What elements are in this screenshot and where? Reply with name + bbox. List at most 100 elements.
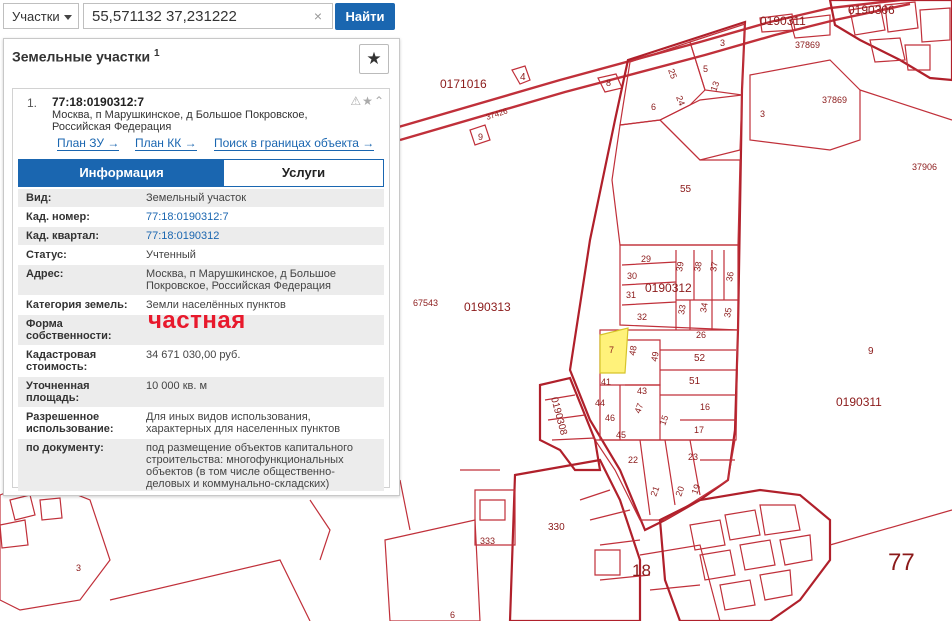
map-label: 37906 <box>912 162 937 172</box>
info-label: Кад. номер: <box>26 211 90 223</box>
result-address: Москва, п Марушкинское, д Большое Покров… <box>52 109 308 133</box>
tab-information[interactable]: Информация <box>19 160 224 186</box>
map-label: 9 <box>868 346 874 357</box>
map-label: 47 <box>632 402 645 415</box>
map-label: 0190308 <box>548 396 569 437</box>
clear-icon[interactable]: × <box>309 7 327 25</box>
info-row: Кадастровая стоимость: 34 671 030,00 руб… <box>18 346 384 377</box>
map-label: 0190311 <box>760 14 806 28</box>
map-label: 52 <box>694 353 706 364</box>
info-label: Кадастровая стоимость: <box>26 349 97 373</box>
info-value: Земельный участок <box>146 192 247 204</box>
map-label: 67543 <box>413 298 438 308</box>
info-label: Вид: <box>26 192 52 204</box>
info-value: Учтенный <box>146 249 196 261</box>
search-type-label: Участки <box>12 9 60 24</box>
map-label: 3 <box>76 563 81 573</box>
map-label: 23 <box>688 452 698 462</box>
map-label: 55 <box>680 184 692 195</box>
map-label: 38 <box>692 261 704 273</box>
info-label: Статус: <box>26 249 67 261</box>
map-label: 0171016 <box>440 77 487 91</box>
info-row: Кад. квартал: 77:18:0190312 <box>18 227 384 246</box>
map-label: 77 <box>888 549 915 576</box>
search-in-bounds-link[interactable]: Поиск в границах объекта → <box>214 137 375 151</box>
info-value: 34 671 030,00 руб. <box>146 349 241 361</box>
map-label: 37 <box>708 261 720 273</box>
info-value-link[interactable]: 77:18:0190312:7 <box>146 211 372 223</box>
map-label: 37426 <box>485 106 509 122</box>
map-label: 51 <box>689 376 701 387</box>
map-label: 16 <box>700 402 710 412</box>
map-label: 35 <box>722 307 734 319</box>
map-label: 45 <box>616 430 626 440</box>
info-label: Адрес: <box>26 268 64 280</box>
info-label: Категория земель: <box>26 299 128 311</box>
map-label: 32 <box>637 312 647 322</box>
result-cad-number[interactable]: 77:18:0190312:7 <box>52 95 144 109</box>
map-label: 333 <box>480 536 495 546</box>
map-label: 20 <box>673 485 686 498</box>
map-label: 330 <box>548 522 565 533</box>
map-label: 25 <box>666 67 679 80</box>
info-value-link[interactable]: 77:18:0190312 <box>146 230 372 242</box>
info-label: Форма собственности: <box>26 318 112 342</box>
map-label: 48 <box>627 345 639 357</box>
map-label: 46 <box>605 413 615 423</box>
map-label: 44 <box>595 398 605 408</box>
map-label: 5 <box>703 64 708 74</box>
warning-icon[interactable]: ⚠ <box>350 94 362 108</box>
map-label: 33 <box>676 304 688 316</box>
info-row: по документу: под размещение объектов ка… <box>18 439 384 492</box>
map-label: 37869 <box>795 40 820 50</box>
info-value: под размещение объектов капитального стр… <box>146 442 354 490</box>
info-label: по документу: <box>26 442 104 454</box>
map-label: 6 <box>450 610 455 620</box>
map-label: 31 <box>626 290 636 300</box>
info-row: Уточненная площадь: 10 000 кв. м <box>18 377 384 408</box>
map-label: 36 <box>724 271 736 283</box>
info-row: Разрешенное использование: Для иных видо… <box>18 408 384 439</box>
map-label: 0190313 <box>464 300 511 314</box>
panel-title-count: 1 <box>153 48 160 59</box>
info-label: Разрешенное использование: <box>26 411 114 435</box>
info-label: Кад. квартал: <box>26 230 100 242</box>
map-label: 13 <box>708 80 721 93</box>
map-label: 15 <box>657 414 670 427</box>
map-label: 43 <box>637 386 647 396</box>
chevron-down-icon <box>64 15 72 20</box>
map-label: 26 <box>696 330 706 340</box>
map-label: 8 <box>606 78 611 88</box>
info-row: Вид: Земельный участок <box>18 189 384 208</box>
info-row: Адрес: Москва, п Марушкинское, д Большое… <box>18 265 384 296</box>
map-label: 7 <box>609 345 614 355</box>
info-value: Для иных видов использования, характерны… <box>146 411 341 435</box>
panel-title: Земельные участки 1 <box>12 48 160 65</box>
info-value: 10 000 кв. м <box>146 380 208 392</box>
map-label: 37869 <box>822 95 847 105</box>
plan-kk-link[interactable]: План КК → <box>135 137 197 151</box>
tab-services[interactable]: Услуги <box>224 160 383 186</box>
card-actions: ⚠★⌃ <box>350 94 385 108</box>
search-button[interactable]: Найти <box>335 3 395 30</box>
result-card: 1. 77:18:0190312:7 Москва, п Марушкинско… <box>12 88 390 492</box>
map-label: 0190306 <box>848 3 895 17</box>
map-label: 22 <box>628 455 638 465</box>
map-label: 9 <box>478 132 483 142</box>
favorite-button[interactable]: ★ <box>359 44 389 74</box>
info-table: Вид: Земельный участок Кад. номер: 77:18… <box>18 189 384 492</box>
map-label: 29 <box>641 254 651 264</box>
map-label: 34 <box>698 302 710 314</box>
info-row: Кад. номер: 77:18:0190312:7 <box>18 208 384 227</box>
star-icon[interactable]: ★ <box>362 94 374 108</box>
search-type-select[interactable]: Участки <box>3 3 79 29</box>
results-panel: Земельные участки 1 ★ 1. 77:18:0190312:7… <box>3 38 400 496</box>
map-label: 0190312 <box>645 281 692 295</box>
map-label: 41 <box>601 377 611 387</box>
plan-zu-link[interactable]: План ЗУ → <box>57 137 120 151</box>
ownership-annotation: частная <box>148 307 246 334</box>
search-input[interactable] <box>83 3 333 29</box>
chevron-up-icon[interactable]: ⌃ <box>374 94 385 108</box>
map-label: 4 <box>520 72 526 83</box>
map-label: 18 <box>632 561 651 580</box>
